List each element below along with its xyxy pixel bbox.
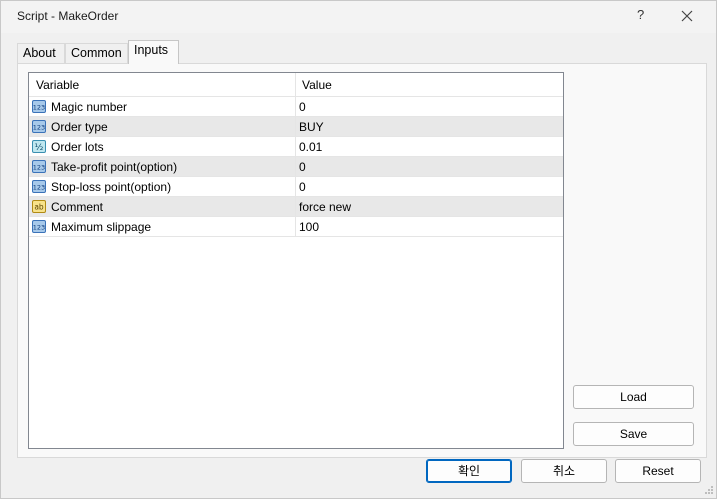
tab-common[interactable]: Common <box>65 43 128 64</box>
table-row[interactable]: ab Comment force new <box>29 197 563 217</box>
table-row[interactable]: 123 Magic number 0 <box>29 97 563 117</box>
double-icon: ½ <box>32 140 46 153</box>
tab-inputs[interactable]: Inputs <box>128 40 179 64</box>
tab-about[interactable]: About <box>17 43 65 64</box>
help-button[interactable]: ? <box>637 7 651 25</box>
close-button[interactable] <box>677 6 697 26</box>
variable-name: Take-profit point(option) <box>51 160 178 174</box>
svg-text:123: 123 <box>33 104 45 112</box>
cell-divider <box>295 177 296 197</box>
ok-button[interactable]: 확인 <box>426 459 512 483</box>
variable-value[interactable]: 0.01 <box>299 140 322 154</box>
string-icon: ab <box>32 200 46 213</box>
grid-header: Variable Value <box>29 73 563 97</box>
title-bar: Script - MakeOrder ? <box>1 1 716 33</box>
table-row[interactable]: 123 Order type BUY <box>29 117 563 137</box>
integer-icon: 123 <box>32 180 46 193</box>
table-row[interactable]: 123 Maximum slippage 100 <box>29 217 563 237</box>
integer-icon: 123 <box>32 100 46 113</box>
table-row[interactable]: 123 Take-profit point(option) 0 <box>29 157 563 177</box>
resize-grip-icon[interactable] <box>704 485 714 495</box>
variable-name: Stop-loss point(option) <box>51 180 172 194</box>
cell-divider <box>295 157 296 177</box>
load-button[interactable]: Load <box>573 385 694 409</box>
svg-text:123: 123 <box>33 164 45 172</box>
cell-divider <box>295 97 296 117</box>
window-title: Script - MakeOrder <box>17 9 119 23</box>
variable-value[interactable]: 100 <box>299 220 319 234</box>
variable-name: Magic number <box>51 100 128 114</box>
integer-icon: 123 <box>32 120 46 133</box>
table-row[interactable]: 123 Stop-loss point(option) 0 <box>29 177 563 197</box>
cell-divider <box>295 217 296 237</box>
svg-text:ab: ab <box>34 203 44 212</box>
cell-divider <box>295 197 296 217</box>
column-divider[interactable] <box>295 73 296 97</box>
variable-value[interactable]: BUY <box>299 120 324 134</box>
variable-name: Order lots <box>51 140 104 154</box>
column-header-variable[interactable]: Variable <box>36 78 79 92</box>
variable-name: Maximum slippage <box>51 220 152 234</box>
dialog-window: Script - MakeOrder ? About Common Inputs… <box>0 0 717 499</box>
close-icon <box>681 10 693 22</box>
variable-value[interactable]: 0 <box>299 180 306 194</box>
column-header-value[interactable]: Value <box>302 78 332 92</box>
reset-button[interactable]: Reset <box>615 459 701 483</box>
inputs-grid: Variable Value 123 Magic number 0 123 Or… <box>28 72 564 449</box>
variable-name: Comment <box>51 200 104 214</box>
save-button[interactable]: Save <box>573 422 694 446</box>
variable-name: Order type <box>51 120 108 134</box>
svg-text:123: 123 <box>33 224 45 232</box>
svg-text:½: ½ <box>35 143 44 153</box>
integer-icon: 123 <box>32 220 46 233</box>
cell-divider <box>295 137 296 157</box>
variable-value[interactable]: 0 <box>299 100 306 114</box>
svg-text:123: 123 <box>33 184 45 192</box>
cancel-button[interactable]: 취소 <box>521 459 607 483</box>
variable-value[interactable]: 0 <box>299 160 306 174</box>
table-row[interactable]: ½ Order lots 0.01 <box>29 137 563 157</box>
integer-icon: 123 <box>32 160 46 173</box>
cell-divider <box>295 117 296 137</box>
svg-text:123: 123 <box>33 124 45 132</box>
variable-value[interactable]: force new <box>299 200 351 214</box>
